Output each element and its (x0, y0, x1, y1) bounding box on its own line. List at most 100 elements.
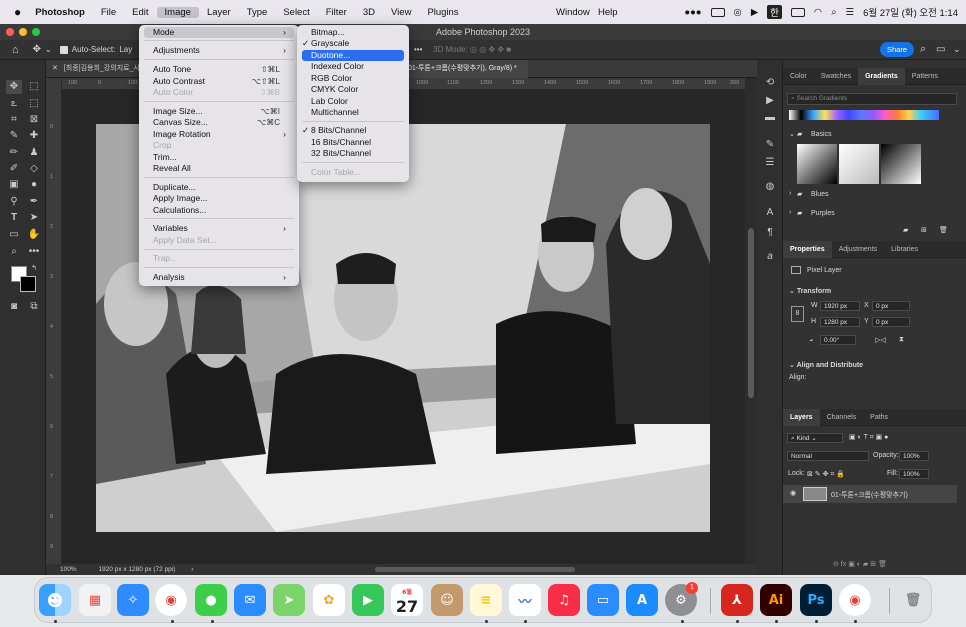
close-tab-icon[interactable]: ✕ (52, 65, 58, 72)
maps-icon[interactable]: ➤ (273, 584, 305, 616)
gradient-swatch[interactable] (797, 144, 837, 184)
menu-item-cmyk-color[interactable]: CMYK Color (302, 84, 404, 95)
glyphs-panel-icon[interactable]: a (762, 250, 778, 264)
gradient-group-purples[interactable]: Purples (811, 210, 835, 217)
gradient-tool-icon[interactable]: ▣ (6, 178, 22, 192)
menu-filter[interactable]: Filter (318, 7, 355, 18)
hand-tool-icon[interactable]: ✋ (26, 228, 42, 242)
menu-item-trim[interactable]: Trim... (144, 152, 294, 163)
menu-item-image-size[interactable]: Image Size... ⌥⌘I (144, 106, 294, 117)
crop-tool-icon[interactable]: ⌗ (6, 113, 22, 127)
zoom-window-icon[interactable] (32, 28, 40, 36)
screen-mode-icon[interactable]: ⧉ (26, 300, 42, 314)
menu-item-duplicate[interactable]: Duplicate... (144, 182, 294, 193)
zoom-level[interactable]: 100% (60, 566, 77, 573)
chrome-app-icon[interactable]: ◉ (839, 584, 871, 616)
menu-item-bitmap[interactable]: Bitmap... (302, 27, 404, 38)
layer-kind-filter[interactable]: ⌕ Kind ⌄ (787, 433, 843, 443)
scroll-thumb[interactable] (748, 228, 754, 398)
3d-panel-icon[interactable]: ◍ (762, 180, 778, 194)
more-tools-icon[interactable]: ••• (26, 245, 42, 259)
shape-tool-icon[interactable]: ▭ (6, 228, 22, 242)
y-field[interactable]: 0 px (872, 317, 910, 327)
quick-mask-icon[interactable]: ◙ (6, 300, 22, 314)
height-field[interactable]: 1280 px (820, 317, 860, 327)
align-section[interactable]: ⌄ Align and Distribute (789, 361, 863, 369)
chevron-right-icon[interactable]: › (789, 190, 791, 197)
vertical-scrollbar[interactable] (745, 78, 757, 564)
paragraph-panel-icon[interactable]: ¶ (762, 226, 778, 240)
pen-tool-icon[interactable]: ✒ (26, 195, 42, 209)
keynote-icon[interactable]: ▭ (587, 584, 619, 616)
workspace-chevron-icon[interactable]: ⌄ (953, 44, 961, 55)
trash-icon[interactable]: 🗑 (939, 226, 948, 234)
menu-item-auto-tone[interactable]: Auto Tone ⇧⌘L (144, 64, 294, 75)
brush-tool-icon[interactable]: ✏ (6, 146, 22, 160)
messages-icon[interactable]: ● (195, 584, 227, 616)
swap-colors-icon[interactable]: ↰ (26, 262, 42, 276)
play-icon[interactable]: ▶ (751, 7, 758, 18)
eye-icon[interactable]: ◉ (790, 489, 796, 497)
tab-gradients[interactable]: Gradients (858, 67, 905, 85)
contacts-icon[interactable]: ☺ (431, 584, 463, 616)
search-icon[interactable]: ⌕ (920, 43, 926, 56)
display-icon[interactable] (710, 7, 725, 17)
finder-icon[interactable]: ☻ (39, 584, 71, 616)
background-color-swatch[interactable] (20, 276, 36, 292)
menu-item-analysis[interactable]: Analysis › (144, 272, 294, 283)
menu-item-32-bits[interactable]: 32 Bits/Channel (302, 148, 404, 159)
layer-row[interactable]: ◉ 01-투톤+크롬(수평맞추기) (783, 485, 957, 503)
frame-tool-icon[interactable]: ⊠ (26, 113, 42, 127)
move-tool-icon[interactable]: ✥ (33, 44, 41, 55)
menu-file[interactable]: File (93, 7, 124, 18)
menu-plugins[interactable]: Plugins (419, 7, 466, 18)
menu-type[interactable]: Type (239, 7, 276, 18)
safari-icon[interactable]: ✧ (117, 584, 149, 616)
tab-swatches[interactable]: Swatches (814, 68, 858, 85)
menu-item-adjustments[interactable]: Adjustments › (144, 45, 294, 56)
tab-inactive-document[interactable]: [최종]김용희_강의지료_사진 (64, 65, 147, 72)
stamp-tool-icon[interactable]: ♟ (26, 146, 42, 160)
launchpad-icon[interactable]: ▦ (79, 584, 111, 616)
menu-layer[interactable]: Layer (199, 7, 239, 18)
quick-select-tool-icon[interactable]: ⬚ (26, 97, 42, 111)
menu-item-multichannel[interactable]: Multichannel (302, 107, 404, 118)
tab-color[interactable]: Color (783, 68, 814, 85)
gradient-search-input[interactable]: ⌕ Search Gradients (787, 93, 957, 105)
facetime-icon[interactable]: ▶ (352, 584, 384, 616)
eraser-tool-icon[interactable]: ◇ (26, 162, 42, 176)
apple-icon[interactable]: ● (0, 5, 29, 19)
history-brush-icon[interactable]: ✐ (6, 162, 22, 176)
gradient-presets-strip[interactable] (789, 110, 939, 120)
flip-vertical-icon[interactable]: ⧗ (899, 336, 904, 344)
tab-active-document[interactable]: 01-투톤+크롬(수평맞추기), Gray/8) * (400, 60, 528, 78)
tab-channels[interactable]: Channels (820, 409, 864, 426)
tab-libraries[interactable]: Libraries (884, 241, 925, 258)
menu-item-reveal-all[interactable]: Reveal All (144, 163, 294, 174)
zoom-tool-icon[interactable]: ⌕ (6, 245, 22, 259)
trash-icon[interactable]: 🗑 (897, 584, 929, 616)
lasso-tool-icon[interactable]: ఽ (6, 97, 22, 111)
path-select-tool-icon[interactable]: ➤ (26, 211, 42, 225)
menu-3d[interactable]: 3D (355, 7, 383, 18)
menu-item-8-bits[interactable]: ✓ 8 Bits/Channel (302, 125, 404, 136)
siri-icon[interactable]: ◎ (734, 7, 742, 18)
character-panel-icon[interactable]: A (762, 206, 778, 220)
menu-item-16-bits[interactable]: 16 Bits/Channel (302, 137, 404, 148)
horizontal-scroll-thumb[interactable] (375, 567, 575, 572)
menu-item-image-rotation[interactable]: Image Rotation › (144, 129, 294, 140)
menu-item-duotone[interactable]: Duotone... (302, 50, 404, 61)
notes-icon[interactable]: ≡ (470, 584, 502, 616)
layer-name[interactable]: 01-투톤+크롬(수평맞추기) (831, 490, 908, 500)
adjust-panel-icon[interactable]: ☰ (762, 156, 778, 170)
transform-section[interactable]: ⌄ Transform (789, 287, 831, 295)
home-icon[interactable]: ⌂ (12, 44, 19, 56)
menu-item-auto-contrast[interactable]: Auto Contrast ⌥⇧⌘L (144, 76, 294, 87)
tab-layers[interactable]: Layers (783, 408, 820, 426)
type-tool-icon[interactable]: T (6, 211, 22, 225)
tab-adjustments[interactable]: Adjustments (832, 241, 885, 258)
new-gradient-icon[interactable]: ⊞ (921, 226, 927, 234)
workspace-icon[interactable]: ▭ (936, 44, 945, 55)
actions-panel-icon[interactable]: ▶ (762, 94, 778, 108)
menu-item-grayscale[interactable]: ✓ Grayscale (302, 38, 404, 49)
